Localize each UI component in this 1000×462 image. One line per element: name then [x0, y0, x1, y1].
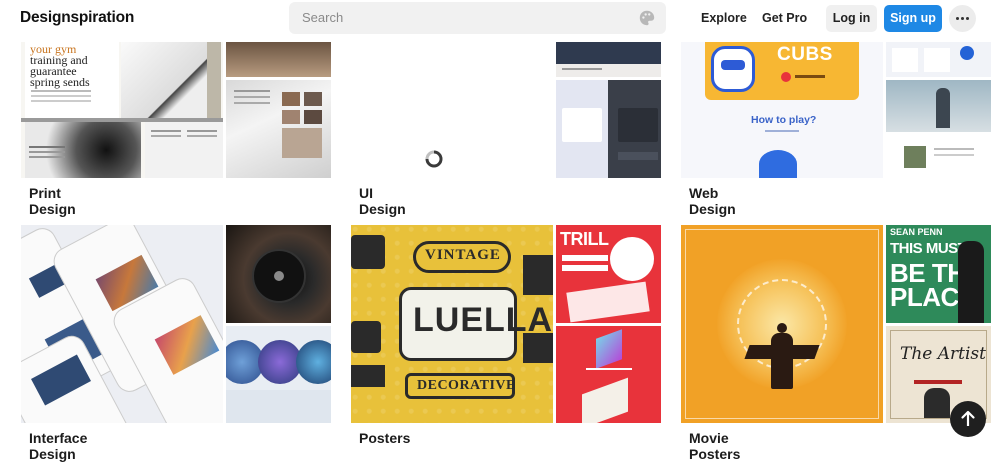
ui-thumbnail-top[interactable] — [556, 42, 661, 77]
web-question: How to play? — [751, 114, 817, 126]
search-bar[interactable]: Search — [289, 2, 666, 34]
nav-explore-link[interactable]: Explore — [701, 11, 747, 25]
collection-title[interactable]: Movie Posters — [689, 430, 740, 462]
poster-trill: TRILL — [560, 229, 609, 249]
collection-title[interactable]: Interface Design — [29, 430, 87, 462]
ui-main-thumbnail[interactable] — [351, 42, 553, 178]
web-thumbnail-bottom[interactable] — [886, 80, 991, 178]
more-options-button[interactable] — [949, 5, 976, 32]
login-button[interactable]: Log in — [826, 5, 877, 32]
web-brand: CUBS — [777, 44, 833, 65]
nav-get-pro-link[interactable]: Get Pro — [762, 11, 807, 25]
top-bar: Designspiration Search Explore Get Pro L… — [0, 0, 1000, 38]
movie-artist-title: The Artist — [900, 344, 986, 364]
scroll-to-top-button[interactable] — [950, 401, 986, 437]
arrow-up-icon — [961, 410, 975, 426]
web-main-thumbnail[interactable]: CUBS How to play? — [681, 42, 883, 178]
poster-word-vintage: VINTAGE — [425, 247, 501, 263]
collection-title[interactable]: Print Design — [29, 185, 76, 217]
interface-main-thumbnail[interactable] — [21, 225, 223, 423]
movie-main-thumbnail[interactable] — [681, 225, 883, 423]
collection-title[interactable]: UI Design — [359, 185, 406, 217]
print-thumbnail-top[interactable] — [226, 42, 331, 77]
signup-button[interactable]: Sign up — [884, 5, 942, 32]
palette-icon[interactable] — [638, 9, 656, 27]
movie-thumbnail-top[interactable]: SEAN PENN THIS MUST BE THE PLACE — [886, 225, 991, 323]
posters-thumbnail-bottom[interactable] — [556, 326, 661, 423]
interface-thumbnail-bottom[interactable] — [226, 326, 331, 423]
search-input[interactable]: Search — [302, 10, 343, 25]
movie-actor: SEAN PENN — [890, 227, 943, 237]
poster-word-decorative: DECORATIVE — [417, 378, 516, 393]
posters-thumbnail-top[interactable]: TRILL — [556, 225, 661, 323]
collection-title[interactable]: Web Design — [689, 185, 736, 217]
print-headline: your gym training and guarantee spring s… — [30, 42, 90, 89]
loading-spinner-icon — [425, 150, 443, 168]
ui-thumbnail-bottom[interactable] — [556, 80, 661, 178]
print-thumbnail-bottom[interactable] — [226, 80, 331, 178]
logo[interactable]: Designspiration — [20, 9, 134, 27]
interface-thumbnail-top[interactable] — [226, 225, 331, 323]
print-main-thumbnail[interactable]: your gym training and guarantee spring s… — [21, 42, 223, 178]
web-thumbnail-top[interactable] — [886, 42, 991, 77]
collection-title[interactable]: Posters — [359, 430, 410, 446]
posters-main-thumbnail[interactable]: VINTAGE LUELLA DECORATIVE — [351, 225, 553, 423]
